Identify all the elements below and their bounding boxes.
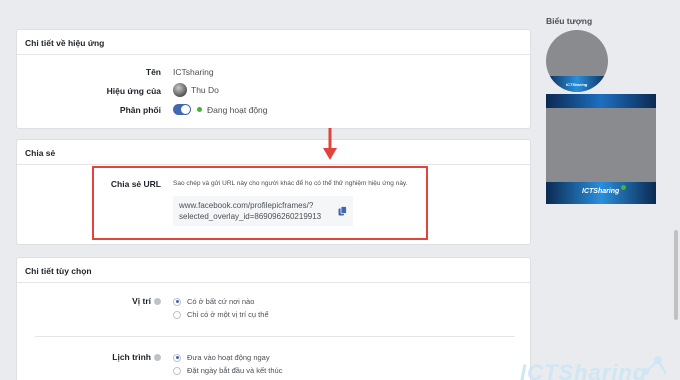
active-status-dot xyxy=(197,107,202,112)
schedule-option-2[interactable]: Đặt ngày bắt đầu và kết thúc xyxy=(173,366,282,375)
location-option-2[interactable]: Chỉ có ở một vị trí cụ thể xyxy=(173,310,269,319)
schedule-label: Lịch trình xyxy=(112,352,151,362)
scrollbar-thumb[interactable] xyxy=(674,230,678,320)
radio-icon xyxy=(173,366,181,375)
distribution-row: Đang hoạt động xyxy=(173,104,268,115)
brand-dot-icon xyxy=(621,185,626,190)
schedule-option-1-label: Đưa vào hoạt động ngay xyxy=(187,353,270,362)
location-option-1[interactable]: Có ở bất cứ nơi nào xyxy=(173,297,254,306)
network-icon xyxy=(643,356,667,375)
frame-top xyxy=(546,94,656,108)
location-label: Vị trí xyxy=(132,296,151,306)
profile-preview-square: ICTSharing xyxy=(546,94,656,204)
owner-row[interactable]: Thu Do xyxy=(173,83,219,97)
scrollbar-track[interactable] xyxy=(672,0,680,380)
name-value: ICTsharing xyxy=(173,67,214,77)
watermark: ICTSharing xyxy=(520,360,648,380)
owner-value: Thu Do xyxy=(191,85,219,95)
distribution-label: Phân phối xyxy=(119,105,161,115)
effect-details-title: Chi tiết về hiệu ứng xyxy=(17,30,530,55)
preview-title: Biểu tượng xyxy=(546,16,593,26)
radio-selected-icon xyxy=(173,353,181,362)
schedule-option-1[interactable]: Đưa vào hoạt động ngay xyxy=(173,353,270,362)
section-divider xyxy=(35,336,515,337)
owner-label: Hiệu ứng của xyxy=(106,86,161,96)
preview-brand: ICTSharing xyxy=(582,188,620,195)
effect-details-card: Chi tiết về hiệu ứng Tên ICTsharing Hiệu… xyxy=(16,29,531,129)
profile-preview-circle: ICTSharing xyxy=(546,30,608,92)
optional-details-title: Chi tiết tùy chọn xyxy=(17,258,530,283)
distribution-toggle[interactable] xyxy=(173,104,191,115)
preview-brand-small: ICTSharing xyxy=(566,82,588,87)
location-option-2-label: Chỉ có ở một vị trí cụ thể xyxy=(187,310,269,319)
share-title: Chia sẻ xyxy=(17,140,530,165)
name-label: Tên xyxy=(145,67,161,77)
highlight-box xyxy=(92,166,428,240)
radio-icon xyxy=(173,310,181,319)
schedule-option-2-label: Đặt ngày bắt đầu và kết thúc xyxy=(187,366,283,375)
radio-selected-icon xyxy=(173,297,181,306)
avatar xyxy=(173,83,187,97)
location-label-wrap: Vị trí xyxy=(77,296,161,306)
info-icon xyxy=(154,354,161,362)
location-option-1-label: Có ở bất cứ nơi nào xyxy=(187,297,255,306)
schedule-label-wrap: Lịch trình xyxy=(77,352,161,362)
info-icon xyxy=(154,298,161,306)
distribution-status: Đang hoạt động xyxy=(207,104,268,115)
optional-details-card: Chi tiết tùy chọn Vị trí Có ở bất cứ nơi… xyxy=(16,257,531,380)
arrow-down-icon xyxy=(323,128,337,160)
